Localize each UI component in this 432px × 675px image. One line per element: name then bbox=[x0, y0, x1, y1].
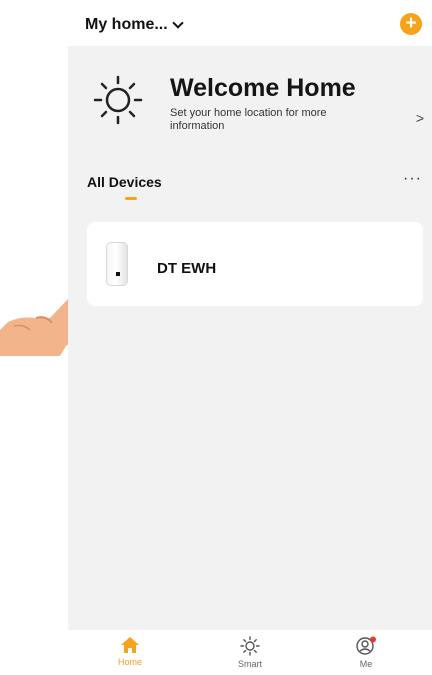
chevron-down-icon bbox=[172, 17, 184, 29]
tab-active-indicator bbox=[125, 197, 137, 200]
home-switcher[interactable]: My home... bbox=[85, 16, 184, 34]
more-options-icon[interactable]: ··· bbox=[403, 170, 422, 188]
welcome-title: Welcome Home bbox=[170, 74, 356, 102]
app-screen: My home... + Welcome Home Set your home … bbox=[68, 0, 432, 675]
nav-home-label: Home bbox=[117, 657, 142, 667]
welcome-subtitle: Set your home location for more informat… bbox=[170, 107, 327, 132]
welcome-banner[interactable]: Welcome Home Set your home location for … bbox=[68, 58, 432, 148]
device-name: DT EWH bbox=[157, 260, 217, 277]
nav-smart[interactable]: Smart bbox=[210, 636, 290, 669]
nav-home[interactable]: Home bbox=[90, 636, 170, 667]
sun-icon bbox=[93, 75, 143, 125]
nav-me-label: Me bbox=[359, 659, 373, 669]
profile-icon bbox=[356, 636, 376, 655]
sun-icon bbox=[240, 636, 260, 656]
add-button[interactable]: + bbox=[400, 13, 422, 35]
home-name: My home... bbox=[85, 16, 168, 33]
device-card[interactable]: DT EWH bbox=[87, 222, 423, 306]
nav-me[interactable]: Me bbox=[326, 636, 406, 669]
chevron-right-icon: > bbox=[415, 110, 424, 126]
water-heater-icon bbox=[106, 242, 128, 286]
nav-smart-label: Smart bbox=[237, 659, 262, 669]
app-stage: My home... + Welcome Home Set your home … bbox=[0, 0, 432, 675]
home-icon bbox=[121, 637, 139, 653]
header-bar: My home... + bbox=[68, 0, 432, 46]
bottom-nav: Home Smart Me bbox=[68, 630, 432, 675]
tab-all-devices[interactable]: All Devices bbox=[87, 174, 162, 190]
